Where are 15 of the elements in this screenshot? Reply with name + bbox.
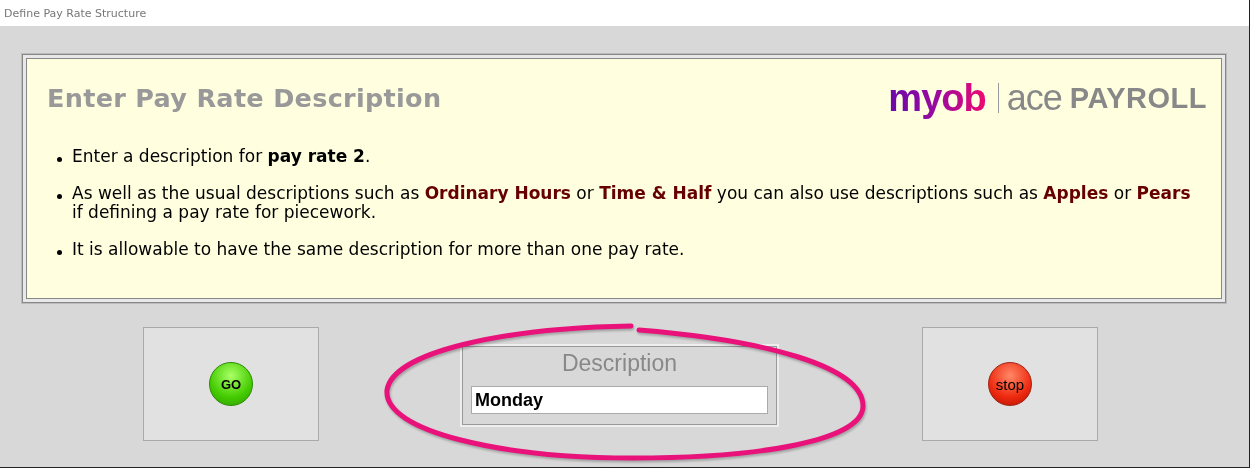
instruction-text: Enter a description for pay rate 2. xyxy=(72,147,371,166)
bullet-icon xyxy=(57,250,62,255)
description-label: Description xyxy=(561,349,677,377)
logo-product: ace xyxy=(1006,77,1062,119)
logo-suffix: PAYROLL xyxy=(1069,81,1207,115)
instruction-text: As well as the usual descriptions such as Ordinary Hours or Time & Half you can also use descriptions such as Apples or Pears if defining a pay rate for piecework. xyxy=(72,184,1192,222)
window-title: Define Pay Rate Structure xyxy=(4,6,147,20)
instruction-text: It is allowable to have the same description for more than one pay rate. xyxy=(72,240,685,259)
bullet-icon xyxy=(57,157,62,162)
stop-button[interactable]: stop xyxy=(988,362,1032,406)
go-button[interactable]: GO xyxy=(209,362,253,406)
description-field[interactable]: Monday xyxy=(471,386,768,414)
logo-divider xyxy=(997,83,999,113)
bullet-icon xyxy=(57,194,62,199)
panel-heading: Enter Pay Rate Description xyxy=(47,83,442,113)
